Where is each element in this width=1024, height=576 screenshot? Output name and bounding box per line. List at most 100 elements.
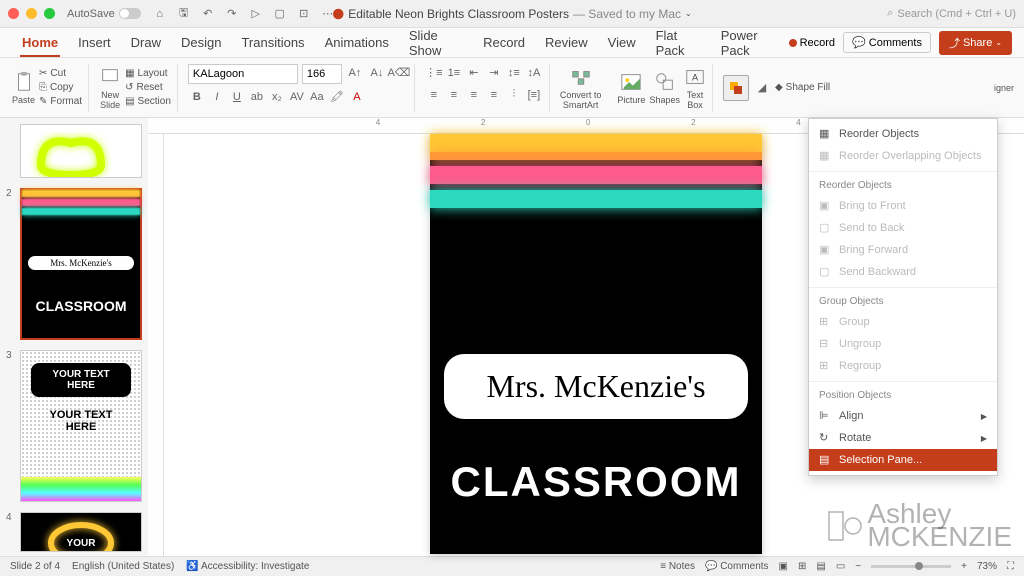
font-color-icon[interactable]: A [348, 88, 366, 106]
view-normal-icon[interactable]: ▣ [779, 561, 788, 572]
picture-button[interactable]: Picture [617, 71, 645, 105]
play-icon[interactable]: ▷ [249, 7, 263, 21]
section-button[interactable]: ▤Section [125, 96, 171, 107]
subtitle-textbox[interactable]: CLASSROOM [444, 458, 748, 506]
case-button[interactable]: Aa [308, 88, 326, 106]
minimize-button[interactable] [26, 8, 37, 19]
text-direction-icon[interactable]: ↕A [525, 64, 543, 82]
home-icon[interactable]: ⌂ [153, 7, 167, 21]
tab-review[interactable]: Review [535, 28, 598, 57]
undo-icon[interactable]: ↶ [201, 7, 215, 21]
numbering-icon[interactable]: 1≡ [445, 64, 463, 82]
slides-panel[interactable]: 2 Mrs. McKenzie's CLASSROOM 3 YOUR TEXT … [0, 118, 148, 556]
smartart-button[interactable]: Convert to SmartArt [554, 66, 608, 110]
zoom-thumb[interactable] [915, 562, 923, 570]
highlight-button[interactable]: AV [288, 88, 306, 106]
tab-insert[interactable]: Insert [68, 28, 121, 57]
tab-view[interactable]: View [598, 28, 646, 57]
shrink-font-icon[interactable]: A↓ [368, 64, 386, 82]
redo-icon[interactable]: ↷ [225, 7, 239, 21]
menu-rotate[interactable]: ↻Rotate▶ [809, 427, 997, 449]
record-button[interactable]: Record [789, 37, 835, 49]
maximize-button[interactable] [44, 8, 55, 19]
align-text-icon[interactable]: [≡] [525, 86, 543, 104]
paste-button[interactable]: Paste [12, 71, 35, 105]
tab-design[interactable]: Design [171, 28, 231, 57]
tab-animations[interactable]: Animations [315, 28, 399, 57]
present-icon[interactable]: ⊡ [297, 7, 311, 21]
comments-pane-button[interactable]: 💬 Comments [705, 561, 769, 572]
chevron-down-icon[interactable]: ⌄ [685, 9, 692, 18]
format-button[interactable]: ✎Format [39, 96, 82, 107]
menu-selection-pane[interactable]: ▤Selection Pane... [809, 449, 997, 471]
clear-format-icon[interactable]: A⌫ [390, 64, 408, 82]
zoom-out-button[interactable]: − [855, 561, 861, 572]
language-indicator[interactable]: English (United States) [72, 561, 174, 572]
tab-record[interactable]: Record [473, 28, 535, 57]
designer-button[interactable]: igner [994, 83, 1018, 93]
autosave-toggle[interactable] [119, 8, 141, 19]
layout-button[interactable]: ▦Layout [125, 68, 171, 79]
tab-home[interactable]: Home [12, 28, 68, 57]
font-name-select[interactable] [188, 64, 298, 84]
title-textbox[interactable]: Mrs. McKenzie's [444, 354, 748, 419]
view-slideshow-icon[interactable]: ▭ [836, 561, 845, 572]
menu-reorder-objects[interactable]: ▦Reorder Objects [809, 123, 997, 145]
cut-button[interactable]: ✂Cut [39, 68, 82, 79]
tab-flatpack[interactable]: Flat Pack [646, 28, 711, 57]
tab-transitions[interactable]: Transitions [231, 28, 314, 57]
tab-draw[interactable]: Draw [121, 28, 171, 57]
columns-icon[interactable]: ⫶ [505, 86, 523, 104]
slide-indicator[interactable]: Slide 2 of 4 [10, 561, 60, 572]
grow-font-icon[interactable]: A↑ [346, 64, 364, 82]
indent-inc-icon[interactable]: ⇥ [485, 64, 503, 82]
tab-slideshow[interactable]: Slide Show [399, 28, 473, 57]
copy-button[interactable]: ⎘Copy [39, 82, 82, 93]
search-box[interactable]: ⌕ Search (Cmd + Ctrl + U) [887, 7, 1016, 20]
zoom-slider[interactable] [871, 565, 951, 568]
quick-styles-icon[interactable]: ◢ [753, 79, 771, 97]
line-spacing-icon[interactable]: ↕≡ [505, 64, 523, 82]
reset-button[interactable]: ↺Reset [125, 82, 171, 93]
close-button[interactable] [8, 8, 19, 19]
bold-button[interactable]: B [188, 88, 206, 106]
fit-to-window-icon[interactable]: ⛶ [1007, 561, 1014, 572]
subscript-button[interactable]: x₂ [268, 88, 286, 106]
comments-button[interactable]: 💬Comments [843, 32, 931, 53]
new-slide-button[interactable]: New Slide [99, 66, 121, 110]
save-icon[interactable]: 🖫 [177, 7, 191, 21]
highlight-color-icon[interactable]: 🖍 [328, 88, 346, 106]
slideshow-icon[interactable]: ▢ [273, 7, 287, 21]
tab-powerpack[interactable]: Power Pack [711, 28, 789, 57]
zoom-in-button[interactable]: + [961, 561, 967, 572]
comments-label: Comments [869, 37, 922, 49]
align-left-icon[interactable]: ≡ [425, 86, 443, 104]
view-sorter-icon[interactable]: ⊞ [798, 561, 806, 572]
share-button[interactable]: ⤴Share⌄ [939, 31, 1012, 55]
arrange-button[interactable] [723, 75, 749, 101]
strike-button[interactable]: ab [248, 88, 266, 106]
zoom-level[interactable]: 73% [977, 561, 997, 572]
underline-button[interactable]: U [228, 88, 246, 106]
slide-thumb-2[interactable]: 2 Mrs. McKenzie's CLASSROOM [6, 188, 142, 340]
accessibility-indicator[interactable]: ♿ Accessibility: Investigate [186, 561, 309, 572]
slide-thumb-1[interactable] [6, 124, 142, 178]
bullets-icon[interactable]: ⋮≡ [425, 64, 443, 82]
notes-button[interactable]: ≡ Notes [660, 561, 695, 572]
italic-button[interactable]: I [208, 88, 226, 106]
align-right-icon[interactable]: ≡ [465, 86, 483, 104]
align-center-icon[interactable]: ≡ [445, 86, 463, 104]
slide-thumb-3[interactable]: 3 YOUR TEXT HERE YOUR TEXT HERE [6, 350, 142, 502]
font-size-input[interactable] [302, 64, 342, 84]
slide-thumb-4[interactable]: 4 YOUR [6, 512, 142, 552]
justify-icon[interactable]: ≡ [485, 86, 503, 104]
view-reading-icon[interactable]: ▤ [816, 561, 825, 572]
shapes-button[interactable]: Shapes [649, 71, 680, 105]
textbox-button[interactable]: A Text Box [684, 66, 706, 110]
indent-dec-icon[interactable]: ⇤ [465, 64, 483, 82]
shape-fill-button[interactable]: ◆Shape Fill [775, 82, 830, 93]
slide-canvas[interactable]: Mrs. McKenzie's CLASSROOM [430, 134, 762, 554]
document-title[interactable]: Editable Neon Brights Classroom Posters … [332, 7, 692, 21]
menu-ungroup: ⊟Ungroup [809, 333, 997, 355]
menu-align[interactable]: ⊫Align▶ [809, 405, 997, 427]
